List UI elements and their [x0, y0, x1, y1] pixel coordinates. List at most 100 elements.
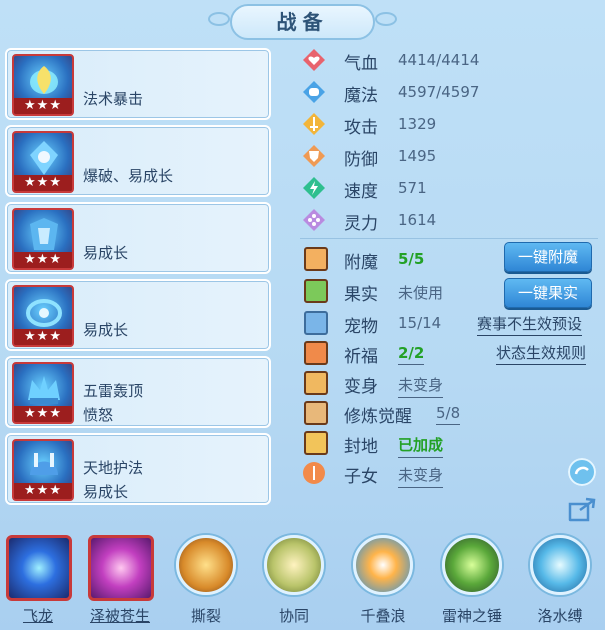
stat-label: 速度 [344, 182, 378, 202]
one-click-enchant-button[interactable]: 一键附魔 [504, 242, 592, 272]
share-icon[interactable] [568, 494, 596, 522]
crown-icon [28, 376, 60, 404]
star-rating: ★★★ [14, 175, 72, 191]
title-ornament-right [375, 12, 397, 26]
fief-icon [304, 431, 328, 455]
event-preset-link[interactable]: 赛事不生效预设 [477, 313, 583, 336]
equip-label-secondary: 愤怒 [83, 406, 114, 424]
extra-value: 5/5 [398, 250, 425, 268]
equip-label: 易成长 [83, 244, 129, 262]
extra-label: 果实 [344, 285, 378, 305]
skill-6[interactable]: 雷神之锤 [436, 533, 508, 630]
stat-value: 571 [398, 179, 427, 197]
stat-attack: 攻击 1329 [302, 110, 602, 138]
page-title: 战备 [230, 4, 375, 40]
divider [300, 238, 598, 239]
equip-label: 爆破、易成长 [83, 167, 174, 185]
one-click-fruit-button[interactable]: 一键果实 [504, 278, 592, 308]
equip-slot-4[interactable]: ★★★ 易成长 [5, 279, 271, 351]
shield-icon [303, 145, 325, 167]
stat-speed: 速度 571 [302, 174, 602, 202]
skill-label: 雷神之锤 [441, 607, 502, 625]
skill-label: 撕裂 [190, 607, 221, 625]
status-rules-link[interactable]: 状态生效规则 [496, 342, 587, 365]
stat-value: 1329 [398, 115, 437, 133]
skill-7[interactable]: 洛水缚 [524, 533, 596, 630]
mana-icon [303, 81, 325, 103]
refresh-icon[interactable] [568, 458, 596, 486]
equip-icon: ★★★ [12, 131, 74, 193]
stat-value: 1495 [398, 147, 437, 165]
skill-label: 千叠浪 [360, 607, 406, 625]
stat-label: 防御 [344, 150, 378, 170]
heart-icon [303, 49, 325, 71]
stat-hp: 气血 4414/4414 [302, 46, 602, 74]
extra-value: 未使用 [398, 284, 444, 302]
stat-label: 魔法 [344, 86, 378, 106]
star-rating: ★★★ [14, 406, 72, 422]
skill-4[interactable]: 协同 [258, 533, 330, 630]
stat-value: 1614 [398, 211, 437, 229]
fruit-icon [304, 279, 328, 303]
skill-tear-icon [176, 535, 236, 595]
extra-label: 封地 [344, 437, 378, 457]
star-rating: ★★★ [14, 483, 72, 499]
skill-1[interactable]: 飞龙 [2, 533, 74, 630]
star-rating: ★★★ [14, 252, 72, 268]
extra-fief: 封地 已加成 [302, 429, 602, 458]
stat-spirit: 灵力 1614 [302, 206, 602, 234]
stat-value: 4414/4414 [398, 51, 480, 69]
skill-2[interactable]: 泽被苍生 [84, 533, 156, 630]
star-rating: ★★★ [14, 98, 72, 114]
extra-label: 修炼觉醒 [344, 407, 412, 427]
helmet-icon [30, 453, 58, 475]
extra-children: 子女 未变身 [302, 459, 602, 488]
equip-label: 易成长 [83, 321, 129, 339]
equip-slot-3[interactable]: ★★★ 易成长 [5, 202, 271, 274]
extra-value[interactable]: 未变身 [398, 374, 444, 398]
equip-slot-6[interactable]: ★★★ 天地护法 易成长 [5, 433, 271, 505]
skill-label: 洛水缚 [537, 607, 583, 625]
extra-value[interactable]: 未变身 [398, 464, 444, 488]
spirit-icon [303, 209, 325, 231]
armor-icon [30, 218, 58, 250]
skill-cooperation-icon [264, 535, 324, 595]
equip-slot-2[interactable]: ★★★ 爆破、易成长 [5, 125, 271, 197]
extra-label: 变身 [344, 377, 378, 397]
extra-value[interactable]: 2/2 [398, 344, 425, 365]
star-rating: ★★★ [14, 329, 72, 345]
equip-label: 法术暴击 [83, 90, 144, 108]
extra-label: 子女 [344, 467, 378, 487]
extra-value: 15/14 [398, 314, 442, 332]
skill-label: 协同 [278, 607, 309, 625]
extra-value[interactable]: 5/8 [436, 404, 461, 425]
skill-blessing-hand-icon [88, 535, 154, 601]
equip-label: 五雷轰顶 [83, 382, 144, 400]
skill-thunder-hammer-icon [442, 535, 502, 595]
skill-5[interactable]: 千叠浪 [347, 533, 419, 630]
skill-3[interactable]: 撕裂 [170, 533, 242, 630]
equip-label-secondary: 易成长 [83, 483, 129, 501]
stat-value: 4597/4597 [398, 83, 480, 101]
stat-label: 攻击 [344, 118, 378, 138]
extra-label: 附魔 [344, 253, 378, 273]
stat-label: 灵力 [344, 214, 378, 234]
equip-slot-5[interactable]: ★★★ 五雷轰顶 愤怒 [5, 356, 271, 428]
lightning-icon [303, 177, 325, 199]
extra-value[interactable]: 已加成 [398, 434, 444, 458]
skill-label: 泽被苍生 [89, 607, 150, 625]
blue-crystal-icon [30, 141, 58, 175]
equip-icon: ★★★ [12, 54, 74, 116]
cultivation-icon [304, 401, 328, 425]
extra-label: 宠物 [344, 317, 378, 337]
equip-label: 天地护法 [83, 459, 144, 477]
equip-slot-1[interactable]: ★★★ 法术暴击 [5, 48, 271, 120]
flame-orb-icon [30, 66, 58, 94]
enchant-icon [304, 247, 328, 271]
stat-defense: 防御 1495 [302, 142, 602, 170]
stat-label: 气血 [344, 54, 378, 74]
skill-dragon-icon [6, 535, 72, 601]
belt-icon [26, 299, 62, 327]
skill-water-bind-icon [530, 535, 590, 595]
equip-icon: ★★★ [12, 439, 74, 501]
